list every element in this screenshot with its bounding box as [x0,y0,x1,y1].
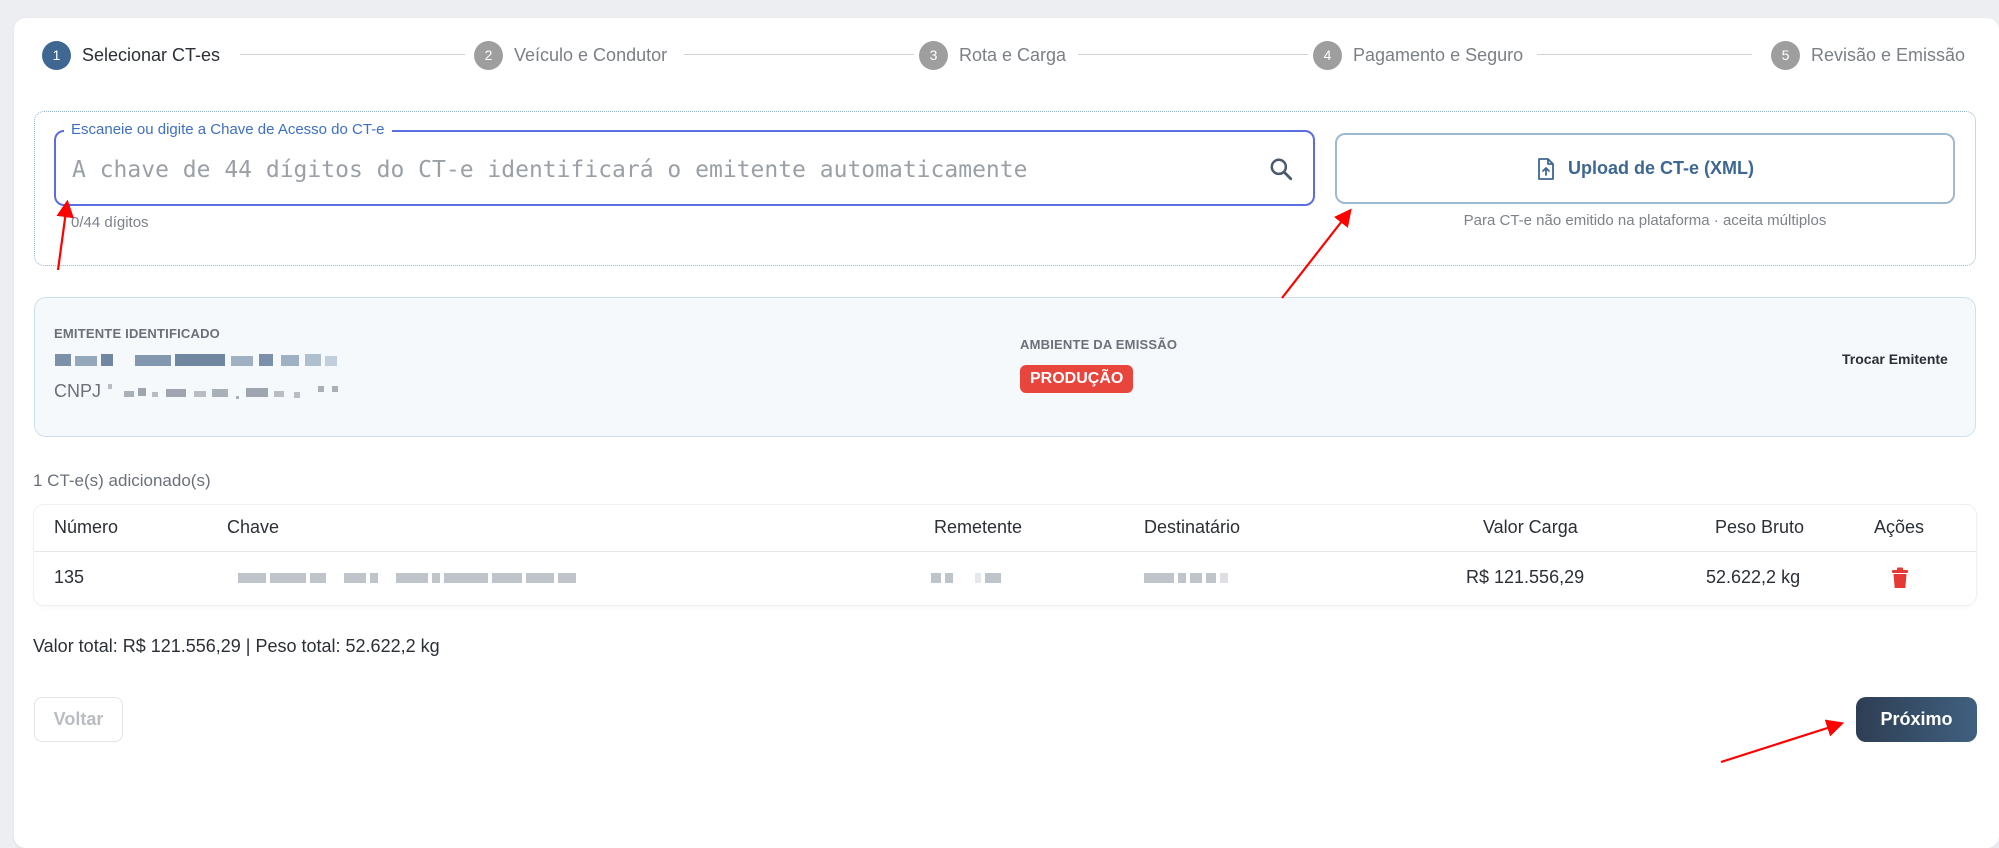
cell-valor-carga: R$ 121.556,29 [1466,567,1585,587]
key-input-legend: Escaneie ou digite a Chave de Acesso do … [64,120,392,140]
step-1-label: Selecionar CT-es [82,44,221,65]
header-numero: Número [54,517,119,537]
step-connector [684,54,914,55]
next-button[interactable]: Próximo [1856,697,1977,742]
search-icon[interactable] [1268,156,1294,182]
cell-chave-redacted [238,573,576,583]
digit-counter: 0/44 dígitos [71,214,149,231]
stepper: 1 Selecionar CT-es 2 Veículo e Condutor … [42,40,1967,70]
back-button[interactable]: Voltar [34,697,123,742]
step-connector [1537,54,1752,55]
trocar-emitente-link[interactable]: Trocar Emitente [1842,351,1948,367]
upload-xml-label: Upload de CT-e (XML) [1568,158,1754,178]
step-3-label: Rota e Carga [959,44,1067,65]
step-3-number: 3 [919,40,948,70]
header-peso-bruto: Peso Bruto [1715,517,1805,537]
header-chave: Chave [227,517,280,537]
cell-remetente-redacted [931,573,1001,583]
header-remetente: Remetente [934,517,1023,537]
step-connector [240,54,465,55]
totals-summary: Valor total: R$ 121.556,29 | Peso total:… [33,636,440,656]
upload-note: Para CT-e não emitido na plataforma · ac… [1463,212,1827,229]
cnpj-redacted [108,384,339,400]
step-2-number: 2 [474,40,503,70]
cte-count: 1 CT-e(s) adicionado(s) [33,471,211,490]
step-5-label: Revisão e Emissão [1811,44,1966,65]
step-3[interactable]: 3 Rota e Carga [919,40,1066,70]
cell-peso-bruto: 52.622,2 kg [1706,567,1801,587]
step-1[interactable]: 1 Selecionar CT-es [42,40,220,70]
header-acoes: Ações [1874,517,1925,537]
cell-destinatario-redacted [1144,573,1228,583]
emitente-cnpj: CNPJ [54,381,388,402]
access-key-input[interactable] [70,152,1254,188]
emitente-name-redacted [55,352,345,368]
step-5-number: 5 [1771,40,1800,70]
ambiente-badge: PRODUÇÃO [1020,365,1134,393]
table-divider [34,551,1976,552]
cnpj-prefix: CNPJ [54,381,102,401]
header-valor-carga: Valor Carga [1483,517,1578,537]
upload-xml-button[interactable]: Upload de CT-e (XML) [1335,133,1955,204]
file-upload-icon [1538,157,1554,180]
step-connector [1078,54,1308,55]
step-4-label: Pagamento e Seguro [1353,44,1524,65]
emitente-label: EMITENTE IDENTIFICADO [54,326,220,341]
step-5[interactable]: 5 Revisão e Emissão [1771,40,1965,70]
header-destinatario: Destinatário [1144,517,1241,537]
step-4[interactable]: 4 Pagamento e Seguro [1313,40,1523,70]
trash-icon[interactable] [1890,567,1910,589]
cell-numero: 135 [54,567,85,587]
ambiente-label: AMBIENTE DA EMISSÃO [1020,337,1178,352]
step-2[interactable]: 2 Veículo e Condutor [474,40,667,70]
step-1-number: 1 [42,40,71,70]
step-4-number: 4 [1313,40,1342,70]
step-2-label: Veículo e Condutor [514,44,668,65]
